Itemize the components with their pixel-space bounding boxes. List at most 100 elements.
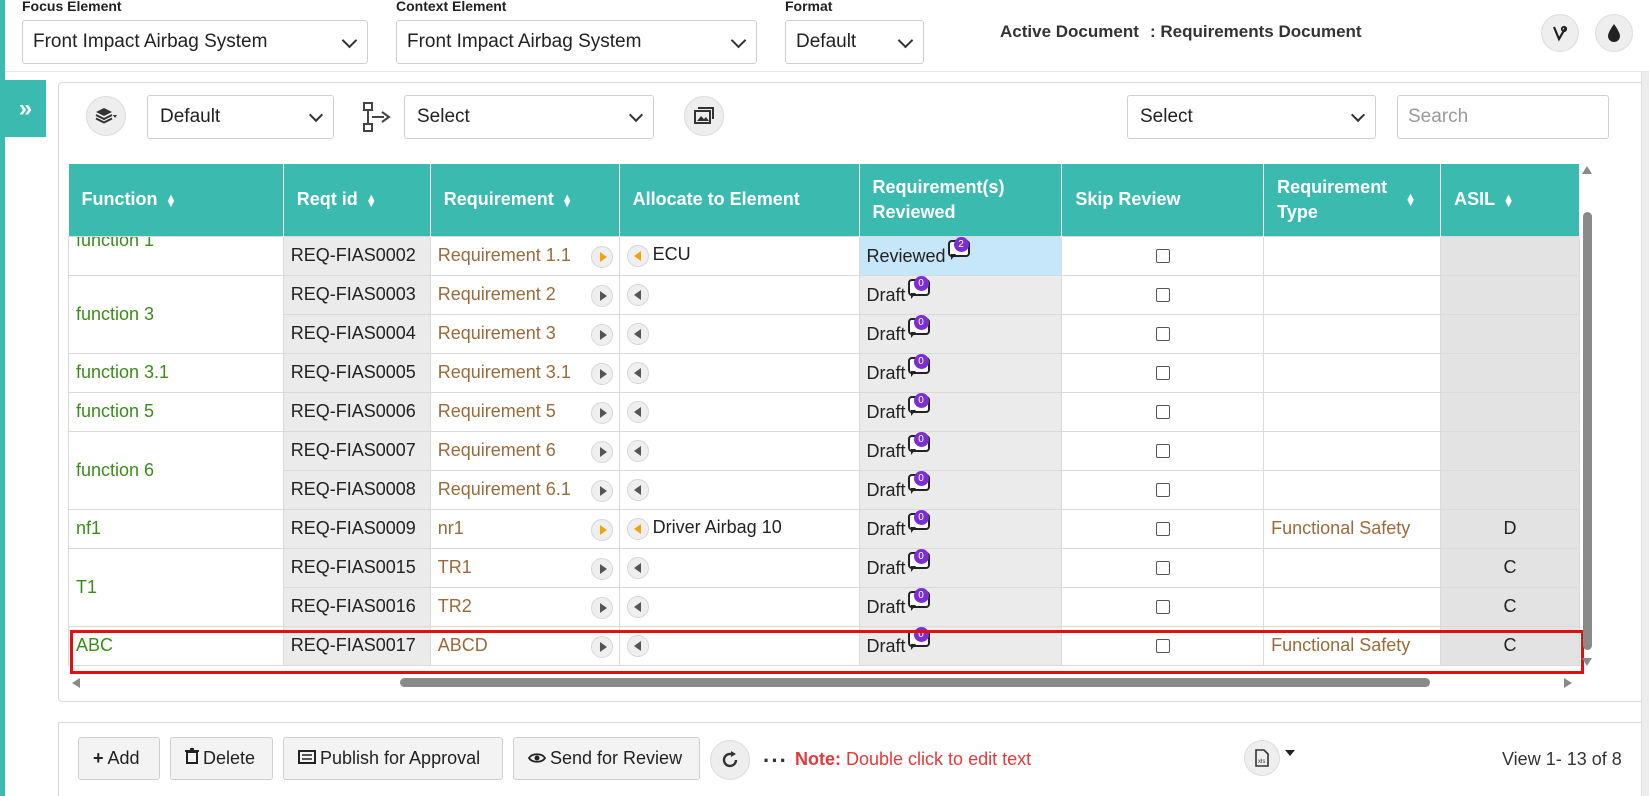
asil-cell[interactable] (1440, 313, 1580, 354)
review-status-cell[interactable]: Draft 0 (858, 547, 1063, 588)
requirement-cell[interactable]: Requirement 1.1 (429, 235, 620, 276)
vertical-scroll-thumb[interactable] (1583, 212, 1592, 650)
skip-review-checkbox[interactable] (1155, 288, 1170, 303)
skip-review-checkbox[interactable] (1155, 561, 1170, 576)
review-status-cell[interactable]: Draft 0 (858, 352, 1063, 393)
requirement-cell[interactable]: nr1 (429, 508, 620, 549)
focus-element-select[interactable]: Front Impact Airbag System (22, 20, 368, 64)
asil-cell[interactable]: D (1440, 508, 1580, 549)
format-select[interactable]: Default (785, 20, 924, 64)
asil-cell[interactable] (1440, 352, 1580, 393)
col-header-function[interactable]: Function ▲ ▼ (68, 164, 284, 236)
col-header-reqt-id[interactable]: Reqt id ▲ ▼ (283, 164, 431, 236)
reqt-id-cell[interactable]: REQ-FIAS0004 (282, 313, 431, 354)
function-cell[interactable]: function 1 (68, 235, 284, 276)
expand-right-icon[interactable] (590, 245, 613, 268)
collapse-left-icon[interactable] (626, 361, 649, 384)
collapse-left-icon[interactable] (626, 322, 649, 345)
comment-icon[interactable]: 0 (907, 588, 930, 611)
hierarchy-select[interactable]: Select (404, 95, 654, 139)
reqt-id-cell[interactable]: REQ-FIAS0006 (282, 391, 431, 432)
skip-review-checkbox[interactable] (1155, 483, 1170, 498)
review-status-cell[interactable]: Draft 0 (858, 391, 1063, 432)
requirement-type-cell[interactable] (1263, 274, 1442, 315)
asil-cell[interactable]: C (1440, 625, 1580, 666)
comment-icon[interactable]: 0 (907, 549, 930, 572)
comment-icon[interactable]: 0 (907, 315, 930, 338)
requirement-type-cell[interactable] (1263, 313, 1442, 354)
table-row[interactable]: REQ-FIAS0008 Requirement 6.1 Draft 0 (69, 469, 1580, 510)
asil-cell[interactable] (1440, 430, 1580, 471)
col-header-skip-review[interactable]: Skip Review (1061, 164, 1265, 236)
image-button[interactable] (684, 96, 724, 136)
requirement-cell[interactable]: Requirement 6.1 (429, 469, 620, 510)
context-element-select[interactable]: Front Impact Airbag System (396, 20, 757, 64)
function-cell[interactable]: function 6 (68, 430, 284, 510)
requirement-type-cell[interactable] (1263, 352, 1442, 393)
collapse-left-icon[interactable] (626, 478, 649, 501)
expand-right-icon[interactable] (590, 635, 613, 658)
expand-right-icon[interactable] (590, 401, 613, 424)
requirement-type-cell[interactable] (1263, 391, 1442, 432)
theme-button[interactable] (1595, 14, 1633, 52)
table-row[interactable]: function 3 REQ-FIAS0003 Requirement 2 Dr… (68, 274, 1580, 354)
skip-review-checkbox[interactable] (1155, 639, 1170, 654)
allocate-cell[interactable] (618, 625, 860, 666)
requirement-cell[interactable]: Requirement 5 (429, 391, 620, 432)
review-status-cell[interactable]: Draft 0 (858, 313, 1063, 354)
review-status-cell[interactable]: Draft 0 (858, 274, 1063, 315)
horizontal-scroll-thumb[interactable] (400, 678, 1430, 687)
requirement-type-cell[interactable] (1263, 547, 1442, 588)
requirement-cell[interactable]: Requirement 2 (429, 274, 620, 315)
requirement-type-cell[interactable]: Functional Safety (1263, 625, 1442, 666)
requirement-type-cell[interactable] (1263, 430, 1442, 471)
publish-for-approval-button[interactable]: Publish for Approval (283, 737, 503, 780)
expand-right-icon[interactable] (590, 440, 613, 463)
layers-button[interactable] (86, 96, 126, 136)
requirement-type-cell[interactable] (1263, 235, 1442, 276)
expand-right-icon[interactable] (590, 557, 613, 580)
comment-icon[interactable]: 0 (907, 627, 930, 650)
allocate-cell[interactable] (618, 430, 860, 471)
review-status-cell[interactable]: Draft 0 (858, 469, 1063, 510)
review-status-cell[interactable]: Draft 0 (858, 625, 1063, 666)
function-cell[interactable]: function 3 (68, 274, 284, 354)
comment-icon[interactable]: 0 (907, 276, 930, 299)
collapse-left-icon[interactable] (626, 439, 649, 462)
comment-icon[interactable]: 0 (907, 510, 930, 533)
col-header-requirement-type[interactable]: Requirement Type ▲ ▼ (1263, 164, 1442, 236)
comment-icon[interactable]: 2 (947, 237, 970, 260)
review-status-cell[interactable]: Draft 0 (858, 586, 1063, 627)
allocate-cell[interactable]: ECU (618, 235, 860, 276)
comment-icon[interactable]: 0 (907, 432, 930, 455)
delete-button[interactable]: Delete (170, 737, 273, 780)
skip-review-checkbox[interactable] (1155, 600, 1170, 615)
reqt-id-cell[interactable]: REQ-FIAS0003 (282, 274, 431, 315)
more-options-icon[interactable]: ··· (763, 748, 788, 774)
expand-right-icon[interactable] (590, 518, 613, 541)
review-status-cell[interactable]: Draft 0 (858, 430, 1063, 471)
skip-review-checkbox[interactable] (1155, 405, 1170, 420)
table-row[interactable]: ABC REQ-FIAS0017 ABCD Draft 0 Functional … (68, 625, 1580, 666)
allocate-cell[interactable] (618, 274, 860, 315)
allocate-cell[interactable] (618, 586, 860, 627)
reqt-id-cell[interactable]: REQ-FIAS0016 (282, 586, 431, 627)
table-row[interactable]: function 3.1 REQ-FIAS0005 Requirement 3.… (68, 352, 1580, 393)
requirement-cell[interactable]: ABCD (429, 625, 620, 666)
expand-right-icon[interactable] (590, 596, 613, 619)
allocate-cell[interactable] (618, 469, 860, 510)
refresh-button[interactable] (710, 740, 750, 780)
review-status-cell[interactable]: Draft 0 (858, 508, 1063, 549)
asil-cell[interactable]: C (1440, 586, 1580, 627)
function-cell[interactable]: T1 (68, 547, 284, 627)
expand-right-icon[interactable] (590, 362, 613, 385)
filter-select[interactable]: Select (1127, 95, 1376, 139)
sidebar-expand-button[interactable]: » (5, 80, 46, 137)
asil-cell[interactable] (1440, 235, 1580, 276)
table-row[interactable]: function 5 REQ-FIAS0006 Requirement 5 Dr… (68, 391, 1580, 432)
reqt-id-cell[interactable]: REQ-FIAS0008 (282, 469, 431, 510)
allocate-cell[interactable]: Driver Airbag 10 (618, 508, 860, 549)
function-cell[interactable]: ABC (68, 625, 284, 666)
allocate-cell[interactable] (618, 547, 860, 588)
expand-right-icon[interactable] (590, 479, 613, 502)
